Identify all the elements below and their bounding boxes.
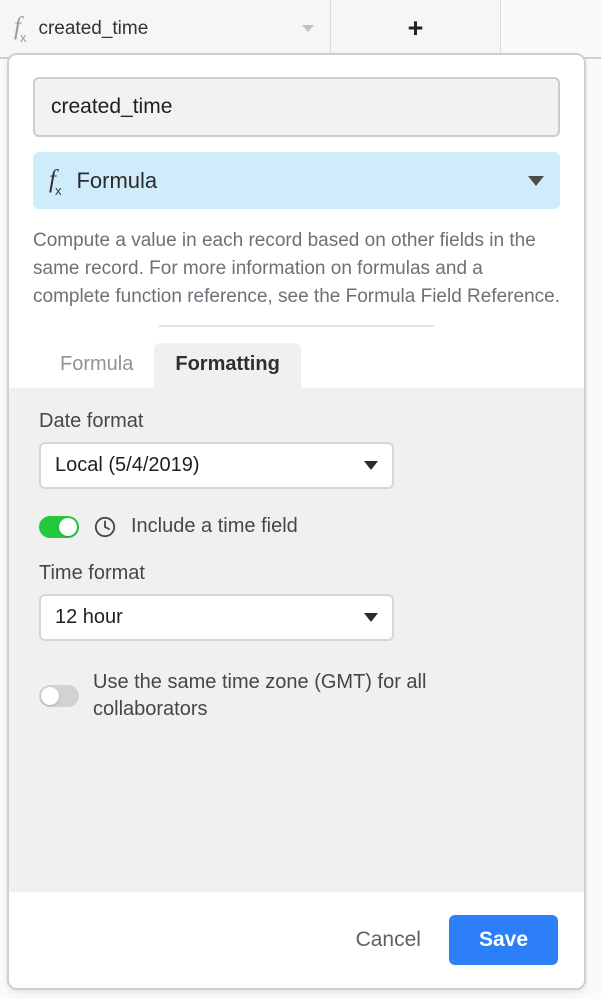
tab-formatting[interactable]: Formatting (154, 343, 300, 388)
add-field-button[interactable]: + (331, 0, 501, 57)
plus-icon: + (408, 15, 424, 42)
time-format-value: 12 hour (55, 606, 364, 629)
date-format-value: Local (5/4/2019) (55, 454, 364, 477)
field-type-description: Compute a value in each record based on … (33, 227, 560, 311)
same-time-zone-label: Use the same time zone (GMT) for all col… (93, 669, 508, 723)
field-editor-panel: fx Formula Compute a value in each recor… (7, 53, 586, 990)
include-time-row: Include a time field (39, 513, 554, 540)
field-name-input[interactable] (33, 77, 560, 137)
time-format-dropdown[interactable]: 12 hour (39, 594, 394, 641)
time-format-label: Time format (39, 562, 554, 585)
date-format-dropdown[interactable]: Local (5/4/2019) (39, 442, 394, 489)
cancel-button[interactable]: Cancel (350, 927, 427, 953)
save-button[interactable]: Save (449, 915, 558, 965)
field-header-created-time[interactable]: fx created_time (0, 0, 331, 57)
same-time-zone-row: Use the same time zone (GMT) for all col… (39, 669, 554, 723)
fx-formula-icon: fx (14, 14, 27, 42)
chevron-down-icon (364, 461, 378, 470)
panel-top-section: fx Formula Compute a value in each recor… (9, 55, 584, 327)
section-divider (159, 325, 434, 327)
same-time-zone-toggle[interactable] (39, 685, 79, 707)
fx-formula-icon: fx (49, 167, 62, 195)
date-format-label: Date format (39, 410, 554, 433)
tab-formula[interactable]: Formula (39, 343, 154, 388)
toggle-knob (41, 687, 59, 705)
formatting-panel: Date format Local (5/4/2019) Include a t… (9, 388, 584, 892)
include-time-toggle[interactable] (39, 516, 79, 538)
screen-root: fx created_time + fx Formula Compute a v… (0, 0, 601, 999)
panel-footer: Cancel Save (9, 892, 584, 988)
field-header-strip: fx created_time + (0, 0, 601, 59)
chevron-down-icon[interactable] (302, 25, 314, 32)
field-header-label: created_time (38, 18, 302, 40)
chevron-down-icon (364, 613, 378, 622)
chevron-down-icon[interactable] (528, 176, 544, 186)
editor-tabs: Formula Formatting (9, 343, 584, 388)
include-time-label: Include a time field (131, 513, 298, 540)
field-type-select[interactable]: fx Formula (33, 152, 560, 209)
toggle-knob (59, 518, 77, 536)
clock-icon (93, 515, 117, 539)
header-empty-area (501, 0, 601, 57)
field-type-value: Formula (76, 168, 528, 194)
